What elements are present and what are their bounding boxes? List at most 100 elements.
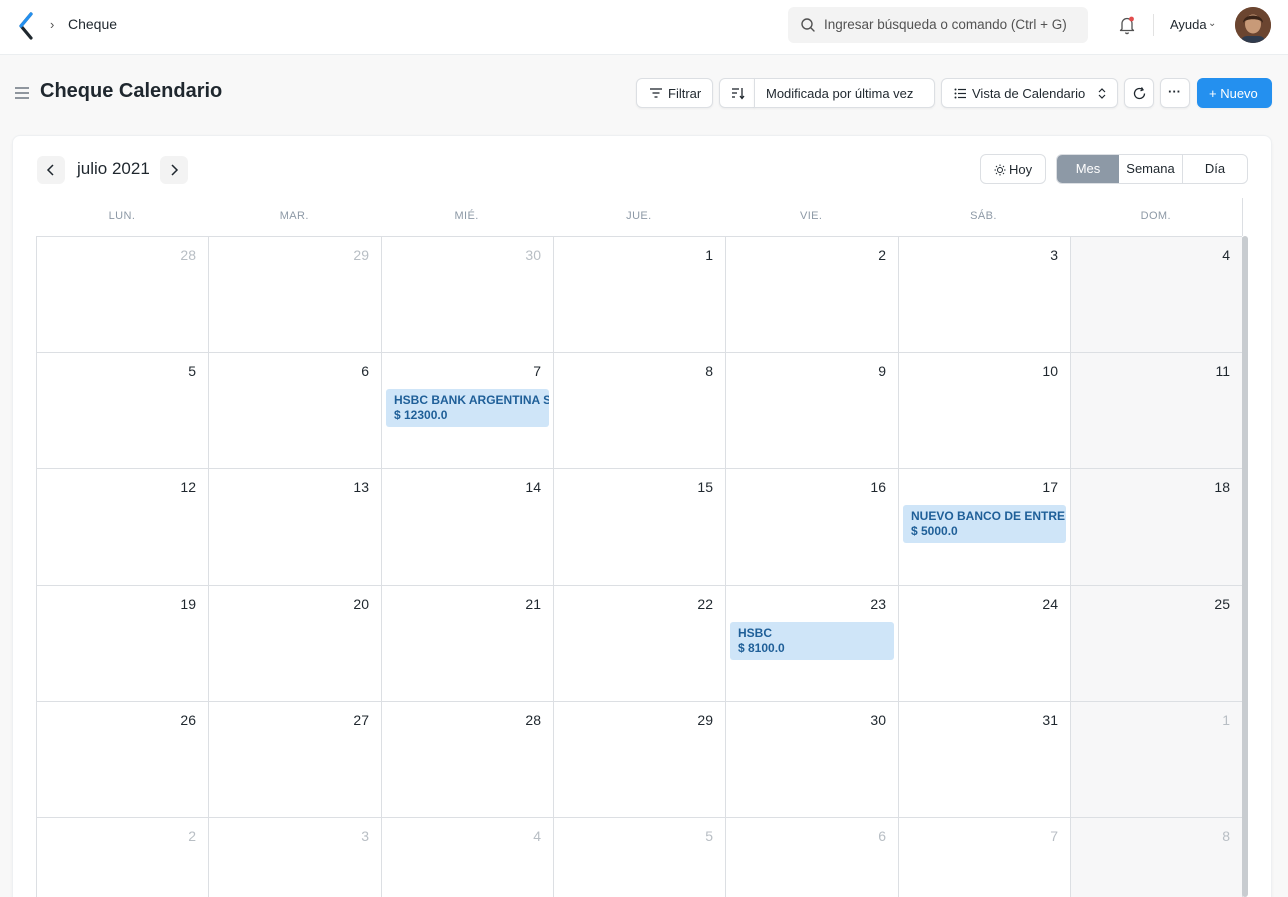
- app-logo-icon[interactable]: [18, 12, 34, 40]
- day-cell[interactable]: 26: [37, 702, 209, 818]
- help-menu[interactable]: Ayuda: [1170, 17, 1207, 32]
- day-number: 6: [878, 828, 886, 844]
- day-cell[interactable]: 19: [37, 586, 209, 702]
- search-icon: [801, 18, 815, 32]
- filter-button[interactable]: Filtrar: [636, 78, 713, 108]
- sidebar-toggle-icon[interactable]: [14, 86, 30, 100]
- day-number: 20: [353, 596, 369, 612]
- day-cell[interactable]: 2: [726, 237, 899, 353]
- calendar-event[interactable]: NUEVO BANCO DE ENTRE $ 5000.0: [903, 505, 1066, 543]
- day-cell[interactable]: 11: [1071, 353, 1243, 469]
- day-cell[interactable]: 1: [554, 237, 726, 353]
- day-number: 3: [1050, 247, 1058, 263]
- event-amount: $ 5000.0: [911, 524, 958, 538]
- day-number: 22: [697, 596, 713, 612]
- day-cell[interactable]: 15: [554, 469, 726, 586]
- sort-order-button[interactable]: [719, 78, 755, 108]
- day-number: 28: [525, 712, 541, 728]
- search-input[interactable]: Ingresar búsqueda o comando (Ctrl + G): [824, 17, 1067, 32]
- refresh-button[interactable]: [1124, 78, 1154, 108]
- day-cell[interactable]: 6: [209, 353, 382, 469]
- event-amount: $ 8100.0: [738, 641, 785, 655]
- day-cell[interactable]: 7: [899, 818, 1071, 897]
- day-number: 7: [1050, 828, 1058, 844]
- day-cell[interactable]: 30: [382, 237, 554, 353]
- day-cell[interactable]: 8: [1071, 818, 1243, 897]
- avatar-photo-icon: [1235, 7, 1271, 43]
- day-cell[interactable]: 20: [209, 586, 382, 702]
- day-cell[interactable]: 8: [554, 353, 726, 469]
- day-number: 2: [188, 828, 196, 844]
- prev-month-button[interactable]: [37, 156, 65, 184]
- calendar-event[interactable]: HSBC $ 8100.0: [730, 622, 894, 660]
- day-cell[interactable]: 25: [1071, 586, 1243, 702]
- day-cell[interactable]: 3: [209, 818, 382, 897]
- next-month-button[interactable]: [160, 156, 188, 184]
- day-cell[interactable]: 13: [209, 469, 382, 586]
- day-number: 8: [1222, 828, 1230, 844]
- weekday-header: SÁB.: [970, 210, 997, 222]
- chevron-down-icon[interactable]: ⌄: [1208, 18, 1216, 29]
- day-cell[interactable]: 14: [382, 469, 554, 586]
- day-cell[interactable]: 4: [382, 818, 554, 897]
- day-cell[interactable]: 28: [382, 702, 554, 818]
- day-cell[interactable]: 31: [899, 702, 1071, 818]
- view-mode-toggle: Mes Semana Día: [1056, 154, 1248, 184]
- day-cell[interactable]: 23 HSBC $ 8100.0: [726, 586, 899, 702]
- day-cell[interactable]: 18: [1071, 469, 1243, 586]
- day-cell[interactable]: 21: [382, 586, 554, 702]
- day-number: 15: [697, 479, 713, 495]
- avatar[interactable]: [1235, 7, 1271, 43]
- day-number: 17: [1042, 479, 1058, 495]
- day-cell[interactable]: 22: [554, 586, 726, 702]
- day-cell[interactable]: 9: [726, 353, 899, 469]
- day-number: 27: [353, 712, 369, 728]
- day-number: 4: [533, 828, 541, 844]
- day-cell[interactable]: 29: [209, 237, 382, 353]
- day-cell[interactable]: 27: [209, 702, 382, 818]
- day-cell[interactable]: 17 NUEVO BANCO DE ENTRE $ 5000.0: [899, 469, 1071, 586]
- day-cell[interactable]: 1: [1071, 702, 1243, 818]
- filter-label: Filtrar: [668, 86, 702, 101]
- navbar-divider: [1153, 14, 1154, 36]
- today-button[interactable]: Hoy: [980, 154, 1046, 184]
- view-day-button[interactable]: Día: [1183, 155, 1247, 183]
- sort-field-button[interactable]: Modificada por última vez: [754, 78, 935, 108]
- day-cell[interactable]: 5: [37, 353, 209, 469]
- calendar-event[interactable]: HSBC BANK ARGENTINA S $ 12300.0: [386, 389, 549, 427]
- view-switcher-button[interactable]: Vista de Calendario: [941, 78, 1118, 108]
- notifications-bell-icon[interactable]: [1118, 15, 1136, 35]
- day-number: 1: [705, 247, 713, 263]
- day-cell[interactable]: 28: [37, 237, 209, 353]
- chevron-left-icon: [46, 164, 54, 176]
- day-cell[interactable]: 12: [37, 469, 209, 586]
- day-cell[interactable]: 4: [1071, 237, 1243, 353]
- month-grid: 28 29 30 1 2 3 4 5 6 7 HSBC BANK ARGENTINA S $ 1230…: [36, 236, 1243, 897]
- day-number: 19: [180, 596, 196, 612]
- search-bar[interactable]: Ingresar búsqueda o comando (Ctrl + G): [788, 7, 1088, 43]
- day-cell[interactable]: 30: [726, 702, 899, 818]
- day-cell[interactable]: 10: [899, 353, 1071, 469]
- view-month-button[interactable]: Mes: [1057, 155, 1119, 183]
- day-cell[interactable]: 16: [726, 469, 899, 586]
- day-cell[interactable]: 29: [554, 702, 726, 818]
- day-cell[interactable]: 3: [899, 237, 1071, 353]
- day-number: 5: [188, 363, 196, 379]
- scrollbar[interactable]: [1242, 236, 1248, 897]
- day-cell[interactable]: 6: [726, 818, 899, 897]
- day-cell[interactable]: 24: [899, 586, 1071, 702]
- day-cell[interactable]: 7 HSBC BANK ARGENTINA S $ 12300.0: [382, 353, 554, 469]
- day-number: 8: [705, 363, 713, 379]
- breadcrumb-cheque[interactable]: Cheque: [68, 16, 117, 32]
- new-button[interactable]: + Nuevo: [1197, 78, 1272, 108]
- day-cell[interactable]: 2: [37, 818, 209, 897]
- more-actions-button[interactable]: ···: [1160, 78, 1190, 108]
- day-number: 23: [870, 596, 886, 612]
- day-number: 1: [1222, 712, 1230, 728]
- more-actions-icon: ···: [1168, 84, 1181, 99]
- view-week-button[interactable]: Semana: [1119, 155, 1183, 183]
- day-cell[interactable]: 5: [554, 818, 726, 897]
- day-number: 30: [525, 247, 541, 263]
- day-number: 4: [1222, 247, 1230, 263]
- day-number: 25: [1214, 596, 1230, 612]
